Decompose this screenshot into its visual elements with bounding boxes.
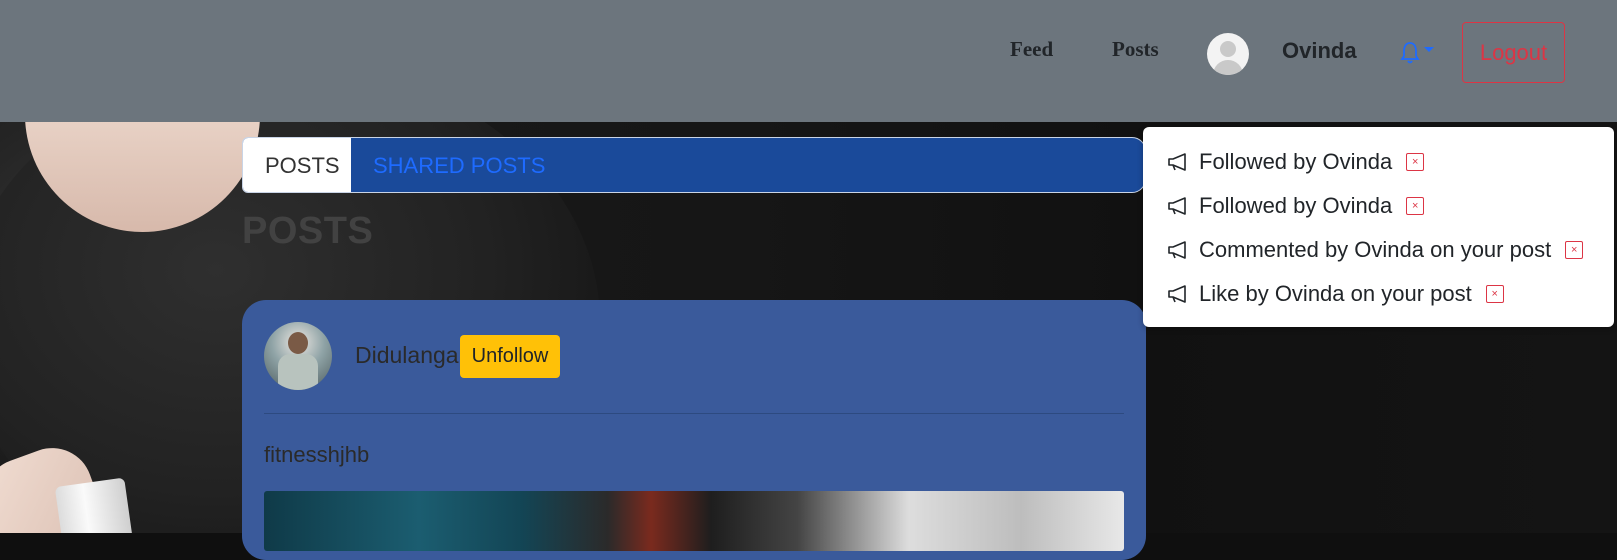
megaphone-icon	[1168, 153, 1186, 171]
unfollow-button[interactable]: Unfollow	[460, 335, 560, 378]
notification-text: Commented by Ovinda on your post	[1199, 237, 1552, 262]
tab-posts[interactable]: POSTS	[243, 138, 351, 192]
notifications-toggle[interactable]	[1400, 40, 1438, 66]
logout-button[interactable]: Logout	[1462, 22, 1565, 83]
page-title: POSTS	[242, 210, 374, 252]
author-avatar-body	[278, 354, 318, 390]
dismiss-notification-button[interactable]: ×	[1485, 285, 1504, 303]
dismiss-notification-button[interactable]: ×	[1565, 241, 1584, 259]
author-avatar-head	[288, 332, 308, 354]
notification-text: Followed by Ovinda	[1199, 193, 1393, 218]
megaphone-icon	[1168, 285, 1186, 303]
nav-link-posts[interactable]: Posts	[1112, 37, 1159, 62]
notification-item[interactable]: Commented by Ovinda on your post ×	[1167, 235, 1584, 265]
avatar-head	[1220, 41, 1236, 57]
megaphone-icon	[1168, 197, 1186, 215]
post-divider	[264, 413, 1124, 414]
top-navbar: Feed Posts Ovinda Logout	[0, 0, 1617, 122]
notification-text: Like by Ovinda on your post	[1199, 281, 1472, 306]
hero-bottle	[54, 477, 136, 533]
posts-tabs: POSTS SHARED POSTS	[242, 137, 1146, 193]
post-author-name[interactable]: Didulanga	[355, 342, 459, 369]
tab-shared-posts[interactable]: SHARED POSTS	[351, 138, 567, 192]
nav-link-feed[interactable]: Feed	[1010, 37, 1053, 62]
dismiss-notification-button[interactable]: ×	[1406, 153, 1425, 171]
notification-item[interactable]: Like by Ovinda on your post ×	[1167, 279, 1504, 309]
notification-item[interactable]: Followed by Ovinda ×	[1167, 191, 1425, 221]
avatar-body	[1213, 60, 1243, 75]
nav-username[interactable]: Ovinda	[1282, 38, 1357, 64]
bell-icon	[1400, 42, 1434, 64]
post-image[interactable]	[264, 491, 1124, 551]
user-avatar[interactable]	[1207, 33, 1249, 75]
notification-text: Followed by Ovinda	[1199, 149, 1393, 174]
author-avatar[interactable]	[264, 322, 332, 390]
caret-down-icon	[1424, 47, 1434, 52]
dismiss-notification-button[interactable]: ×	[1406, 197, 1425, 215]
post-card: Didulanga Unfollow fitnesshjhb	[242, 300, 1146, 560]
notifications-dropdown: Followed by Ovinda × Followed by Ovinda …	[1143, 127, 1614, 327]
megaphone-icon	[1168, 241, 1186, 259]
notification-item[interactable]: Followed by Ovinda ×	[1167, 147, 1425, 177]
post-text: fitnesshjhb	[264, 442, 370, 467]
